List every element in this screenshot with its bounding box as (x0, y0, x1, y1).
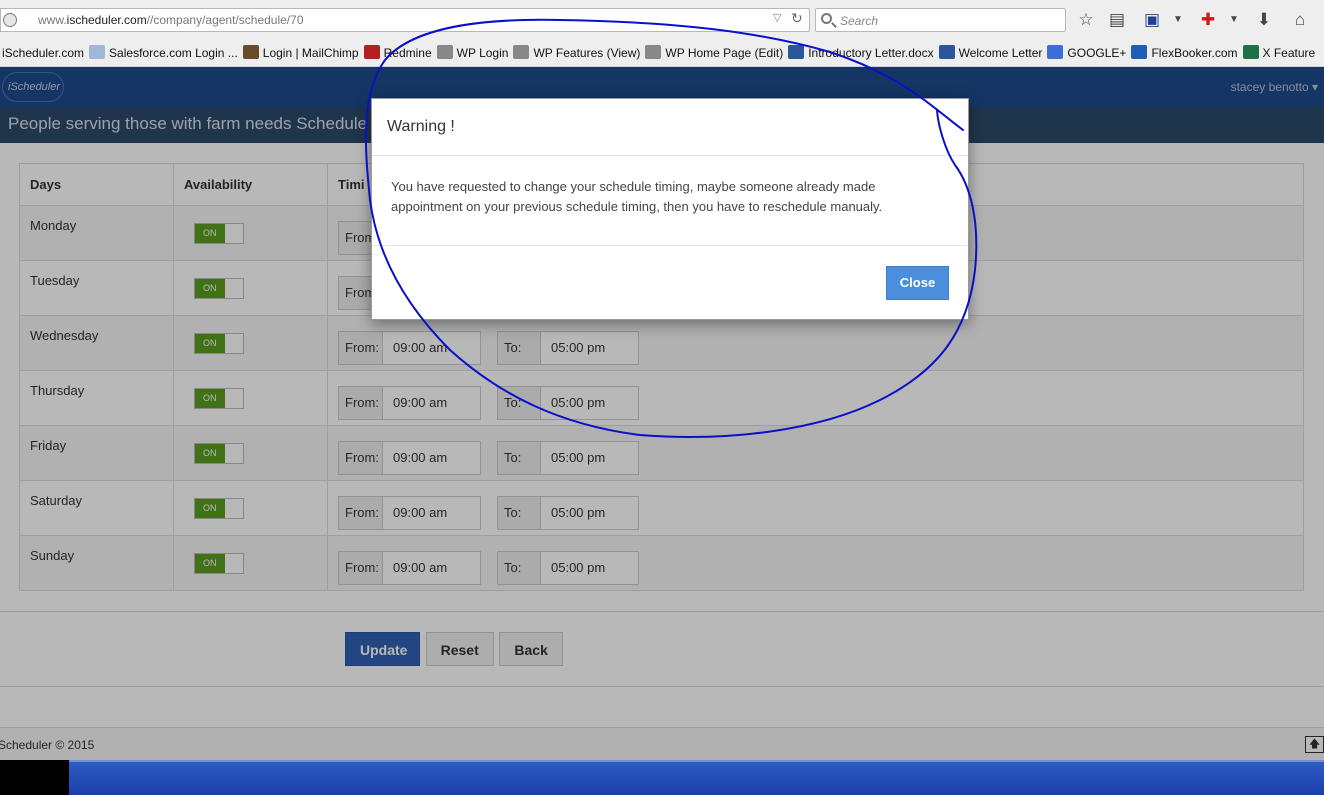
start-button[interactable] (0, 760, 69, 795)
bookmark-label: X Feature (1262, 46, 1316, 60)
google-icon (1047, 45, 1064, 59)
bookmark-label: Salesforce.com Login ... (109, 46, 238, 60)
word-icon (938, 45, 955, 59)
modal-header-divider (372, 155, 968, 156)
bookmark-star-icon[interactable]: ☆ (1076, 10, 1096, 30)
bookmark-label: Login | MailChimp (262, 46, 359, 60)
globe-icon (3, 13, 17, 27)
bookmark-item[interactable]: Redmine (363, 40, 432, 66)
modal-message: You have requested to change your schedu… (391, 179, 883, 214)
search-placeholder: Search (840, 14, 879, 28)
url-dropdown-icon[interactable]: ▽ (773, 11, 781, 24)
bookmark-item[interactable]: GOOGLE+ (1047, 40, 1127, 66)
search-icon (821, 13, 832, 24)
bookmark-item[interactable]: Salesforce.com Login ... (89, 40, 238, 66)
modal-title: Warning ! (387, 118, 455, 135)
bookmark-item[interactable]: X Feature (1242, 40, 1316, 66)
excel-icon (1242, 45, 1259, 59)
reload-icon[interactable]: ↻ (791, 10, 803, 27)
reading-list-icon[interactable]: ▤ (1107, 10, 1127, 30)
bookmark-label: Redmine (383, 46, 432, 60)
flexbooker-icon (1131, 45, 1148, 59)
url-text: www.ischeduler.com//company/agent/schedu… (38, 13, 304, 27)
addon-plus-icon[interactable]: ✚ (1198, 10, 1218, 30)
bookmark-label: GOOGLE+ (1067, 46, 1127, 60)
home-icon[interactable]: ⌂ (1290, 10, 1310, 30)
redmine-icon (363, 45, 380, 59)
browser-toolbar: www.ischeduler.com//company/agent/schedu… (0, 0, 1324, 40)
bookmark-item[interactable]: Login | MailChimp (242, 40, 359, 66)
cloud-icon (89, 45, 106, 59)
save-dropdown-icon[interactable]: ▼ (1168, 10, 1188, 30)
gauge-icon (436, 45, 453, 59)
bookmark-label: Introductory Letter.docx (808, 46, 934, 60)
bookmark-item[interactable]: iScheduler.com (2, 40, 85, 66)
bookmark-item[interactable]: Introductory Letter.docx (788, 40, 934, 66)
warning-modal: Warning ! You have requested to change y… (371, 98, 969, 320)
gauge-icon (645, 45, 662, 59)
bookmarks-toolbar: iScheduler.com Salesforce.com Login ... Lo… (0, 40, 1324, 67)
downloads-icon[interactable]: ⬇ (1254, 10, 1274, 30)
bookmark-label: iScheduler.com (2, 46, 85, 60)
modal-footer-divider (372, 245, 968, 246)
bookmark-label: FlexBooker.com (1151, 46, 1238, 60)
bookmark-label: WP Home Page (Edit) (665, 46, 784, 60)
bookmark-item[interactable]: WP Features (View) (513, 40, 641, 66)
gauge-icon (513, 45, 530, 59)
bookmark-label: WP Features (View) (533, 46, 641, 60)
save-icon[interactable]: ▣ (1142, 10, 1162, 30)
addon-dropdown-icon[interactable]: ▼ (1224, 10, 1244, 30)
bookmark-item[interactable]: FlexBooker.com (1131, 40, 1238, 66)
address-bar[interactable]: www.ischeduler.com//company/agent/schedu… (0, 8, 810, 32)
bookmark-item[interactable]: Welcome Letter (938, 40, 1043, 66)
word-icon (788, 45, 805, 59)
bookmark-label: Welcome Letter (958, 46, 1043, 60)
bookmark-label: WP Login (456, 46, 509, 60)
mailchimp-icon (242, 45, 259, 59)
bookmark-item[interactable]: WP Home Page (Edit) (645, 40, 784, 66)
bookmark-item[interactable]: WP Login (436, 40, 509, 66)
close-button[interactable]: Close (886, 266, 949, 300)
os-taskbar (0, 760, 1324, 795)
search-input[interactable]: Search (815, 8, 1066, 32)
